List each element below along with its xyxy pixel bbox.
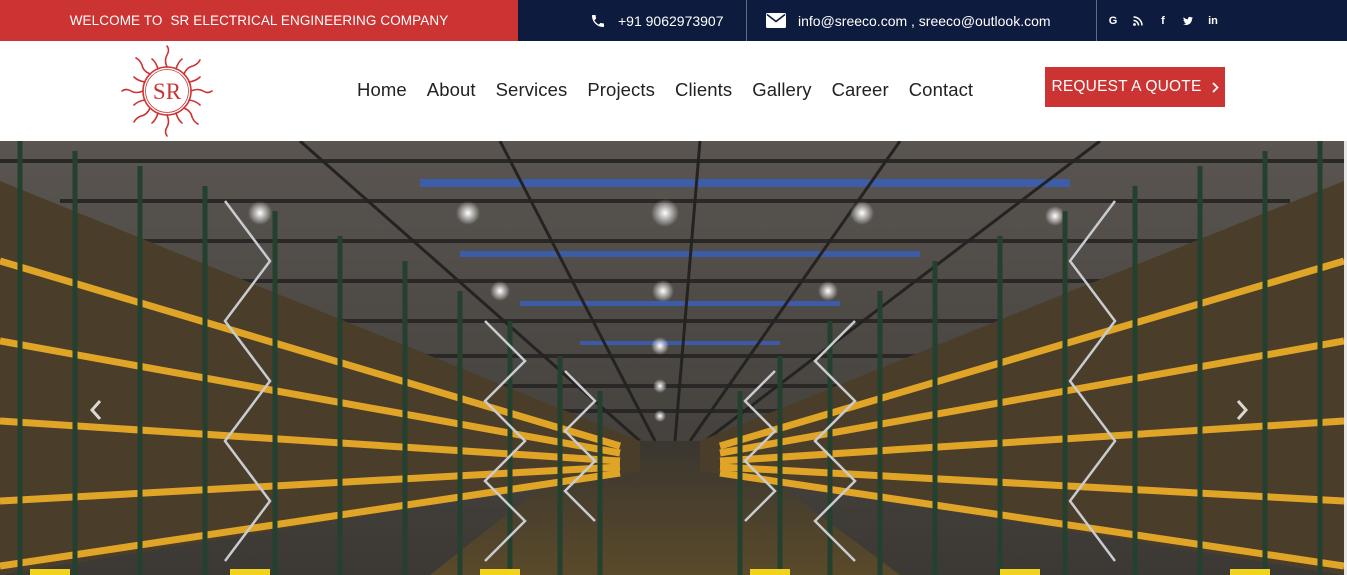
- chevron-left-icon: [89, 399, 103, 426]
- welcome-prefix: WELCOME TO: [69, 13, 163, 28]
- nav-about[interactable]: About: [427, 79, 476, 101]
- chevron-right-icon: [1211, 81, 1219, 93]
- slider-prev-button[interactable]: [86, 399, 106, 426]
- hero-warehouse-image: [0, 141, 1344, 575]
- divider: [746, 0, 747, 41]
- email-contact[interactable]: info@sreeco.com , sreeco@outlook.com: [766, 0, 1051, 41]
- rss-icon[interactable]: [1133, 15, 1143, 27]
- top-bar: WELCOME TO SR ELECTRICAL ENGINEERING COM…: [0, 0, 1347, 41]
- nav-career[interactable]: Career: [832, 79, 889, 101]
- phone-icon: [590, 13, 606, 29]
- welcome-company-name: SR ELECTRICAL ENGINEERING COMPANY: [170, 13, 449, 28]
- nav-home[interactable]: Home: [357, 79, 407, 101]
- google-icon[interactable]: G: [1108, 15, 1118, 27]
- slider-next-button[interactable]: [1232, 399, 1252, 426]
- welcome-banner: WELCOME TO SR ELECTRICAL ENGINEERING COM…: [0, 0, 518, 41]
- nav-projects[interactable]: Projects: [587, 79, 655, 101]
- phone-number: +91 9062973907: [618, 12, 724, 29]
- nav-clients[interactable]: Clients: [675, 79, 732, 101]
- facebook-icon[interactable]: f: [1158, 15, 1168, 27]
- linkedin-icon[interactable]: in: [1208, 15, 1218, 27]
- nav-services[interactable]: Services: [496, 79, 568, 101]
- main-navigation: Home About Services Projects Clients Gal…: [357, 79, 973, 101]
- hero-slider: [0, 141, 1344, 575]
- site-header: SR Home About Services Projects Clients …: [0, 41, 1347, 141]
- nav-contact[interactable]: Contact: [909, 79, 973, 101]
- divider: [1096, 0, 1097, 41]
- nav-gallery[interactable]: Gallery: [752, 79, 811, 101]
- email-addresses: info@sreeco.com , sreeco@outlook.com: [798, 12, 1051, 29]
- phone-contact[interactable]: +91 9062973907: [590, 0, 724, 41]
- envelope-icon: [766, 13, 786, 28]
- company-logo[interactable]: SR: [118, 44, 216, 138]
- request-quote-label: REQUEST A QUOTE: [1051, 78, 1202, 95]
- request-quote-button[interactable]: REQUEST A QUOTE: [1045, 67, 1225, 107]
- twitter-icon[interactable]: [1183, 15, 1193, 27]
- logo-text: SR: [153, 79, 182, 104]
- social-links: G f in: [1108, 0, 1218, 41]
- chevron-right-icon: [1235, 399, 1249, 426]
